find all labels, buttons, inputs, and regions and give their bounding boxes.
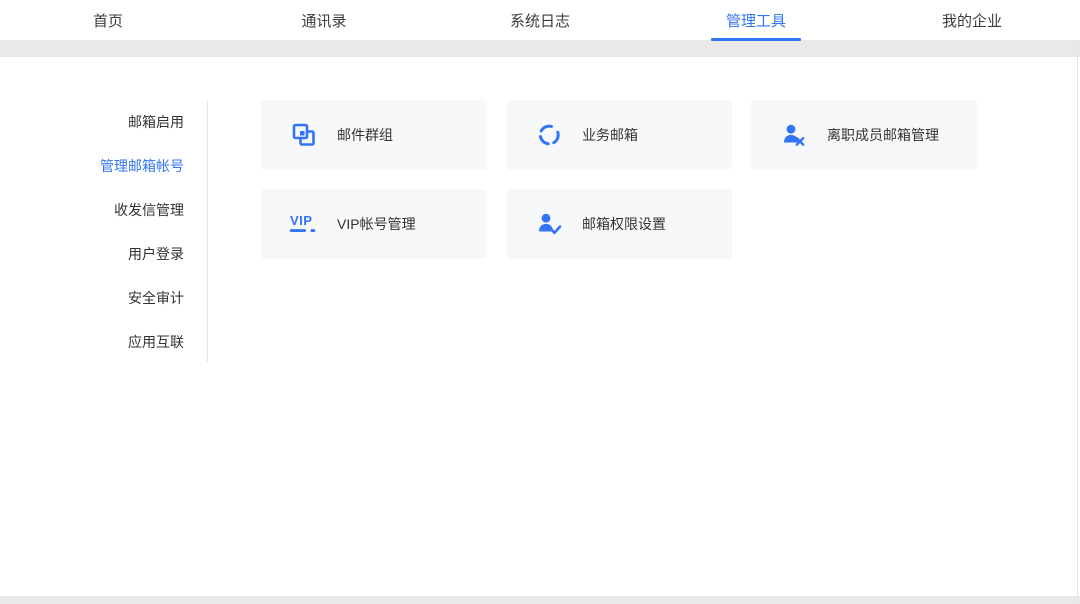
tab-admin-tools[interactable]: 管理工具 (648, 0, 864, 40)
tool-card-grid: 邮件群组 业务邮箱 (261, 100, 1080, 259)
svg-text:VIP: VIP (290, 213, 313, 228)
sidebar-menu: 邮箱启用 管理邮箱帐号 收发信管理 用户登录 安全审计 应用互联 (0, 100, 208, 364)
sidebar-item-app-interconnect[interactable]: 应用互联 (0, 320, 208, 364)
user-check-icon (534, 210, 564, 238)
user-remove-icon (779, 121, 809, 149)
window-right-edge (1077, 41, 1078, 604)
tab-my-company-label: 我的企业 (942, 10, 1002, 31)
card-vip-account-management[interactable]: VIP VIP帐号管理 (261, 189, 487, 259)
main-panel: 邮箱启用 管理邮箱帐号 收发信管理 用户登录 安全审计 应用互联 邮件群组 (0, 57, 1080, 596)
tab-home[interactable]: 首页 (0, 0, 216, 40)
tab-contacts-label: 通讯录 (301, 10, 346, 31)
tab-system-log-label: 系统日志 (510, 10, 570, 31)
top-navigation: 首页 通讯录 系统日志 管理工具 我的企业 (0, 0, 1080, 41)
card-label: 业务邮箱 (582, 125, 638, 145)
tab-system-log[interactable]: 系统日志 (432, 0, 648, 40)
tab-my-company[interactable]: 我的企业 (864, 0, 1080, 40)
tab-home-label: 首页 (93, 10, 123, 31)
sidebar-item-mailbox-enable[interactable]: 邮箱启用 (0, 100, 208, 144)
sidebar-item-security-audit[interactable]: 安全审计 (0, 276, 208, 320)
mail-group-icon (289, 121, 319, 149)
tab-contacts[interactable]: 通讯录 (216, 0, 432, 40)
card-label: 邮件群组 (337, 125, 393, 145)
content-area: 邮件群组 业务邮箱 (208, 57, 1080, 596)
card-label: 邮箱权限设置 (582, 214, 666, 234)
tab-admin-tools-label: 管理工具 (726, 10, 786, 31)
card-label: 离职成员邮箱管理 (827, 125, 939, 145)
card-mailbox-permission-settings[interactable]: 邮箱权限设置 (506, 189, 732, 259)
sync-circle-icon (534, 121, 564, 149)
sidebar-item-send-receive-management[interactable]: 收发信管理 (0, 188, 208, 232)
tab-active-underline (711, 38, 801, 41)
card-business-mailbox[interactable]: 业务邮箱 (506, 100, 732, 170)
vip-icon: VIP (289, 210, 319, 238)
card-label: VIP帐号管理 (337, 214, 416, 234)
card-mail-group[interactable]: 邮件群组 (261, 100, 487, 170)
sidebar: 邮箱启用 管理邮箱帐号 收发信管理 用户登录 安全审计 应用互联 (0, 57, 208, 596)
sidebar-item-manage-mail-accounts[interactable]: 管理邮箱帐号 (0, 144, 208, 188)
card-resigned-member-mailbox[interactable]: 离职成员邮箱管理 (751, 100, 977, 170)
sidebar-item-user-login[interactable]: 用户登录 (0, 232, 208, 276)
